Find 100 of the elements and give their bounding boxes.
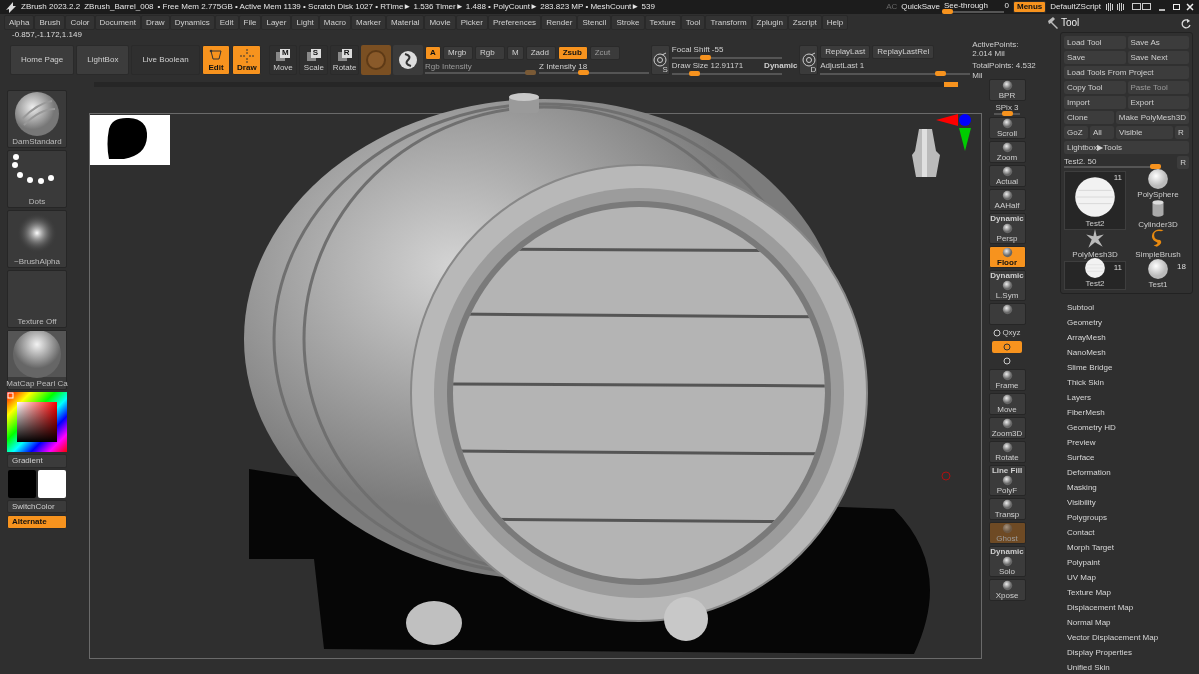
palette-button[interactable]: Save Next (1127, 51, 1189, 64)
palette-button[interactable]: Clone (1064, 111, 1114, 124)
color-swatch[interactable] (8, 469, 36, 498)
menu-item[interactable]: Transform (705, 15, 752, 30)
palette-button[interactable]: All (1090, 126, 1114, 139)
palette-button[interactable]: Visible (1116, 126, 1173, 139)
menu-item[interactable]: Stencil (577, 15, 612, 30)
palette-button[interactable]: Save (1064, 51, 1126, 64)
menu-item[interactable]: Tool (680, 15, 706, 30)
subpalette-item[interactable]: Deformation (1060, 465, 1193, 480)
subpalette-item[interactable]: Normal Map (1060, 615, 1193, 630)
shelf-button[interactable]: Dynamic L.Sym (988, 269, 1026, 301)
menu-item[interactable]: Preferences (488, 15, 542, 30)
close-icon[interactable] (1185, 1, 1195, 13)
menu-item[interactable]: Zplugin (751, 15, 788, 30)
tool-button[interactable]: Edit (201, 45, 231, 75)
replay-button[interactable]: ReplayLastRel (872, 45, 935, 59)
toggle-button[interactable] (992, 340, 1022, 353)
menu-item[interactable]: Help (821, 15, 849, 30)
shelf-button[interactable]: Line Fill PolyF (988, 464, 1026, 496)
subpalette-item[interactable]: Polypaint (1060, 555, 1193, 570)
subpalette-item[interactable]: Layers (1060, 390, 1193, 405)
tool-thumbnail[interactable]: Test1 18 (1127, 261, 1189, 290)
toggle-button[interactable]: Qxyz (988, 326, 1026, 339)
subpalette-item[interactable]: Surface (1060, 450, 1193, 465)
subpalette-item[interactable]: Unified Skin (1060, 660, 1193, 674)
subpalette-item[interactable]: FiberMesh (1060, 405, 1193, 420)
menu-item[interactable]: Brush (34, 15, 66, 30)
subpalette-item[interactable]: UV Map (1060, 570, 1193, 585)
menu-item[interactable]: Color (65, 15, 95, 30)
menu-item[interactable]: Layer (261, 15, 292, 30)
mode-button[interactable]: M (507, 46, 524, 60)
tool-button[interactable]: M Move (268, 45, 298, 75)
tool-thumbnail[interactable]: Test2 11 (1064, 261, 1126, 290)
color-picker[interactable] (7, 392, 67, 452)
palette-button[interactable]: Copy Tool (1064, 81, 1126, 94)
menu-item[interactable]: Marker (351, 15, 386, 30)
mode-button[interactable]: Rgb (475, 46, 506, 60)
palette-button[interactable]: Load Tool (1064, 36, 1126, 49)
menu-item[interactable]: Picker (455, 15, 488, 30)
subpalette-item[interactable]: Masking (1060, 480, 1193, 495)
menu-item[interactable]: Dynamics (169, 15, 215, 30)
menu-item[interactable]: Document (94, 15, 141, 30)
subpalette-item[interactable]: Vector Displacement Map (1060, 630, 1193, 645)
shelf-button[interactable]: Actual (988, 164, 1026, 187)
subpalette-item[interactable]: Texture Map (1060, 585, 1193, 600)
subpalette-item[interactable]: Morph Target (1060, 540, 1193, 555)
palette-button[interactable]: R (1175, 126, 1189, 139)
shelf-button[interactable]: Floor (988, 245, 1026, 268)
tool-thumbnail[interactable]: PolyMesh3D (1064, 231, 1126, 260)
tool-button[interactable]: R Rotate (330, 45, 360, 75)
shelf-thumbnail-button[interactable]: DamStandard (7, 90, 67, 148)
quicksave-button[interactable]: QuickSave (901, 2, 940, 12)
tool-button[interactable]: S Scale (299, 45, 329, 75)
shelf-button[interactable]: Dynamic Persp (988, 212, 1026, 244)
tool-thumbnail[interactable]: PolySphere (1127, 171, 1189, 200)
menu-item[interactable]: Movie (424, 15, 456, 30)
shelf-button[interactable]: Move (988, 392, 1026, 415)
menu-item[interactable]: Light (291, 15, 319, 30)
slider-thumb[interactable] (688, 70, 700, 76)
slider-thumb[interactable] (578, 69, 590, 75)
menu-item[interactable]: File (238, 15, 262, 30)
palette-button[interactable]: Load Tools From Project (1064, 66, 1189, 79)
switch-color-button[interactable]: SwitchColor (7, 499, 67, 514)
shelf-button[interactable]: Transp (988, 497, 1026, 520)
palette-button[interactable]: Make PolyMesh3D (1115, 111, 1189, 124)
subpalette-item[interactable]: NanoMesh (1060, 345, 1193, 360)
subpalette-item[interactable]: Visibility (1060, 495, 1193, 510)
alternate-button[interactable]: Alternate (7, 515, 67, 529)
reset-button[interactable]: R (1177, 156, 1189, 169)
shelf-button[interactable]: Zoom3D (988, 416, 1026, 439)
subpalette-item[interactable]: Preview (1060, 435, 1193, 450)
material-swatch[interactable] (361, 45, 392, 75)
mode-button[interactable]: Zadd (525, 46, 556, 60)
slider-thumb[interactable] (935, 70, 947, 76)
nav-button[interactable]: Live Boolean (131, 45, 200, 75)
menus-button[interactable]: Menus (1012, 1, 1047, 13)
menu-item[interactable]: Zscript (787, 15, 822, 30)
menu-item[interactable]: Render (541, 15, 578, 30)
slider-thumb[interactable] (941, 8, 953, 14)
tool-thumbnail[interactable]: Cylinder3D (1127, 201, 1189, 230)
restore-icon[interactable] (1171, 1, 1181, 13)
mode-button[interactable]: A (425, 46, 442, 60)
shelf-button[interactable]: Rotate (988, 440, 1026, 463)
tool-thumbnail[interactable]: Test2 11 (1064, 171, 1126, 230)
subpalette-item[interactable]: Polygroups (1060, 510, 1193, 525)
menu-item[interactable]: Texture (644, 15, 681, 30)
menu-item[interactable]: Draw (140, 15, 170, 30)
shelf-button[interactable]: Xpose (988, 578, 1026, 601)
subpalette-item[interactable]: Geometry HD (1060, 420, 1193, 435)
shelf-thumbnail-button[interactable]: MatCap Pearl Ca (7, 330, 67, 390)
subpalette-item[interactable]: Geometry (1060, 315, 1193, 330)
shelf-button[interactable]: BPR (988, 79, 1026, 101)
nav-button[interactable]: Home Page (10, 45, 75, 75)
subpalette-item[interactable]: Slime Bridge (1060, 360, 1193, 375)
menu-item[interactable]: Alpha (4, 15, 35, 30)
menu-item[interactable]: Macro (318, 15, 352, 30)
reset-icon[interactable] (1180, 17, 1193, 29)
shelf-button[interactable]: AAHalf (988, 188, 1026, 211)
palette-button[interactable]: Import (1064, 96, 1126, 109)
